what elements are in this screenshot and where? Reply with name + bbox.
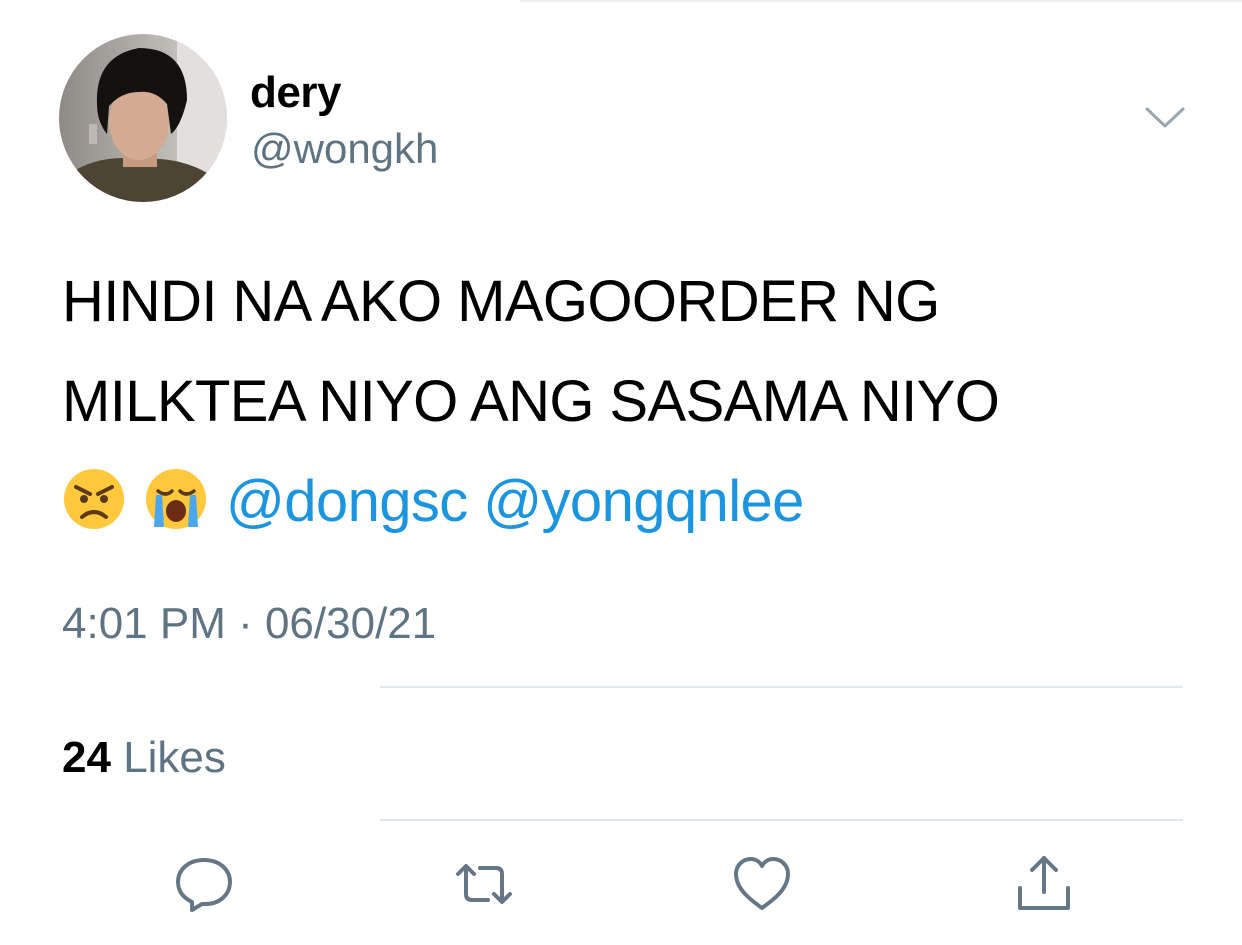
like-icon[interactable] [730, 852, 794, 916]
likes-label: Likes [123, 733, 226, 782]
divider [380, 686, 1183, 688]
mention-yongqnlee[interactable]: @yongqnlee [483, 469, 804, 534]
user-handle[interactable]: @wongkh [251, 124, 438, 174]
avatar[interactable] [59, 34, 227, 202]
loudly-crying-face-emoji [144, 467, 208, 531]
tweet-line-2: MILKTEA NIYO ANG SASAMA NIYO [62, 369, 1000, 434]
tweet-line-3: @dongsc @yongqnlee [62, 452, 1192, 552]
display-name[interactable]: dery [250, 68, 341, 118]
mention-dongsc[interactable]: @dongsc [226, 469, 468, 534]
share-icon[interactable] [1012, 852, 1076, 916]
divider [380, 819, 1183, 821]
tweet-text: HINDI NA AKO MAGOORDER NG MILKTEA NIYO A… [62, 252, 1192, 552]
likes-count: 24 [62, 733, 111, 782]
angry-face-emoji [62, 467, 126, 531]
profile-photo [59, 34, 227, 202]
timestamp[interactable]: 4:01 PM · 06/30/21 [62, 596, 436, 652]
reply-icon[interactable] [172, 852, 236, 916]
chevron-down-icon[interactable] [1144, 104, 1186, 132]
likes-count-link[interactable]: 24 Likes [62, 730, 226, 786]
retweet-icon[interactable] [452, 852, 516, 916]
tweet-line-1: HINDI NA AKO MAGOORDER NG [62, 269, 940, 334]
top-hairline [520, 0, 1242, 2]
